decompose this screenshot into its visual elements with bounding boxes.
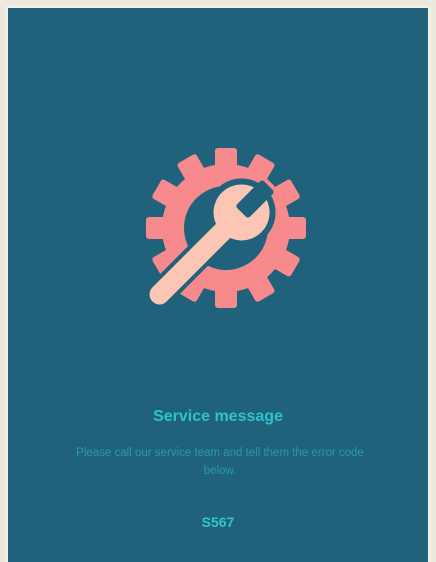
page-title: Service message bbox=[153, 408, 283, 425]
service-message-screen: Service message Please call our service … bbox=[6, 6, 430, 562]
error-code: S567 bbox=[201, 514, 235, 530]
gear-wrench-icon bbox=[128, 136, 328, 336]
service-message-text: Please call our service team and tell th… bbox=[76, 447, 364, 477]
